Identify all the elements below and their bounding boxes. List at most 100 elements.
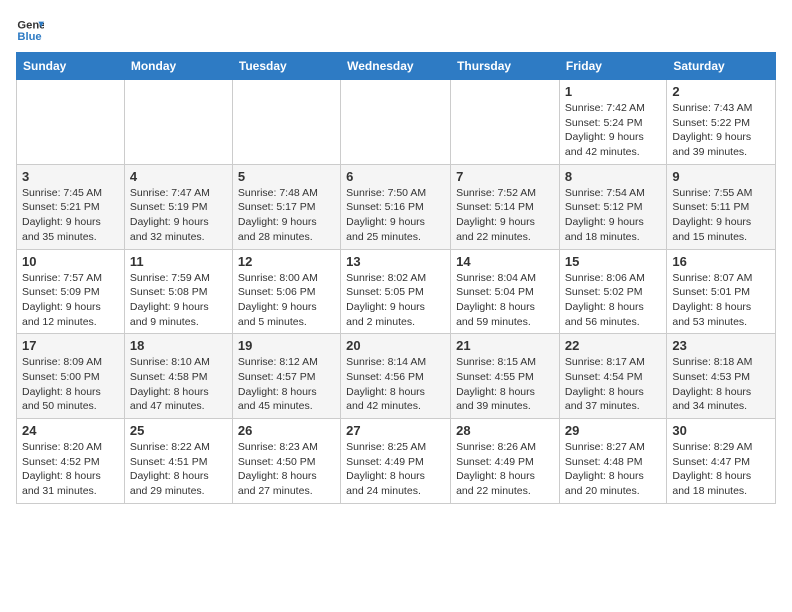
day-number: 16 (672, 254, 770, 269)
day-number: 1 (565, 84, 661, 99)
calendar-cell: 21 Sunrise: 8:15 AMSunset: 4:55 PMDayligh… (451, 334, 560, 419)
week-row-3: 10 Sunrise: 7:57 AMSunset: 5:09 PMDayligh… (17, 249, 776, 334)
calendar-cell: 5 Sunrise: 7:48 AMSunset: 5:17 PMDaylight… (232, 164, 340, 249)
day-number: 15 (565, 254, 661, 269)
day-info: Sunrise: 8:29 AMSunset: 4:47 PMDaylight:… (672, 440, 770, 499)
day-info: Sunrise: 8:25 AMSunset: 4:49 PMDaylight:… (346, 440, 445, 499)
header: General Blue (16, 16, 776, 44)
day-info: Sunrise: 8:18 AMSunset: 4:53 PMDaylight:… (672, 355, 770, 414)
logo: General Blue (16, 16, 48, 44)
calendar-cell: 2 Sunrise: 7:43 AMSunset: 5:22 PMDaylight… (667, 80, 776, 165)
calendar-cell: 1 Sunrise: 7:42 AMSunset: 5:24 PMDaylight… (559, 80, 666, 165)
header-thursday: Thursday (451, 53, 560, 80)
calendar-cell (232, 80, 340, 165)
calendar-cell: 23Sunrise: 8:18 AMSunset: 4:53 PMDayligh… (667, 334, 776, 419)
calendar-cell: 10 Sunrise: 7:57 AMSunset: 5:09 PMDayligh… (17, 249, 125, 334)
calendar-cell (17, 80, 125, 165)
day-info: Sunrise: 8:17 AMSunset: 4:54 PMDaylight:… (565, 355, 661, 414)
calendar-cell: 11 Sunrise: 7:59 AMSunset: 5:08 PMDayligh… (124, 249, 232, 334)
day-info: Sunrise: 7:57 AMSunset: 5:09 PMDaylight:… (22, 271, 119, 330)
day-number: 19 (238, 338, 335, 353)
day-info: Sunrise: 7:50 AMSunset: 5:16 PMDaylight:… (346, 186, 445, 245)
header-wednesday: Wednesday (341, 53, 451, 80)
day-info: Sunrise: 7:42 AMSunset: 5:24 PMDaylight:… (565, 101, 661, 160)
svg-text:Blue: Blue (17, 31, 41, 43)
calendar-cell: 8 Sunrise: 7:54 AMSunset: 5:12 PMDaylight… (559, 164, 666, 249)
day-info: Sunrise: 7:43 AMSunset: 5:22 PMDaylight:… (672, 101, 770, 160)
calendar-cell (124, 80, 232, 165)
week-row-2: 3 Sunrise: 7:45 AMSunset: 5:21 PMDaylight… (17, 164, 776, 249)
day-number: 10 (22, 254, 119, 269)
calendar-cell: 13 Sunrise: 8:02 AMSunset: 5:05 PMDayligh… (341, 249, 451, 334)
day-number: 9 (672, 169, 770, 184)
calendar-cell: 14Sunrise: 8:04 AMSunset: 5:04 PMDayligh… (451, 249, 560, 334)
day-info: Sunrise: 8:07 AMSunset: 5:01 PMDaylight:… (672, 271, 770, 330)
calendar-cell: 4 Sunrise: 7:47 AMSunset: 5:19 PMDaylight… (124, 164, 232, 249)
day-info: Sunrise: 7:54 AMSunset: 5:12 PMDaylight:… (565, 186, 661, 245)
day-info: Sunrise: 7:45 AMSunset: 5:21 PMDaylight:… (22, 186, 119, 245)
day-number: 13 (346, 254, 445, 269)
day-info: Sunrise: 7:48 AMSunset: 5:17 PMDaylight:… (238, 186, 335, 245)
calendar-cell: 28Sunrise: 8:26 AMSunset: 4:49 PMDayligh… (451, 419, 560, 504)
calendar-cell (341, 80, 451, 165)
day-number: 4 (130, 169, 227, 184)
day-number: 3 (22, 169, 119, 184)
calendar-cell: 15 Sunrise: 8:06 AMSunset: 5:02 PMDayligh… (559, 249, 666, 334)
day-number: 7 (456, 169, 554, 184)
day-info: Sunrise: 8:09 AMSunset: 5:00 PMDaylight:… (22, 355, 119, 414)
day-info: Sunrise: 8:12 AMSunset: 4:57 PMDaylight:… (238, 355, 335, 414)
calendar-cell: 20 Sunrise: 8:14 AMSunset: 4:56 PMDayligh… (341, 334, 451, 419)
day-number: 14 (456, 254, 554, 269)
calendar-cell (451, 80, 560, 165)
day-info: Sunrise: 8:14 AMSunset: 4:56 PMDaylight:… (346, 355, 445, 414)
day-number: 29 (565, 423, 661, 438)
day-info: Sunrise: 8:20 AMSunset: 4:52 PMDaylight:… (22, 440, 119, 499)
calendar-cell: 22 Sunrise: 8:17 AMSunset: 4:54 PMDayligh… (559, 334, 666, 419)
day-info: Sunrise: 8:10 AMSunset: 4:58 PMDaylight:… (130, 355, 227, 414)
day-number: 27 (346, 423, 445, 438)
day-info: Sunrise: 8:06 AMSunset: 5:02 PMDaylight:… (565, 271, 661, 330)
calendar-cell: 12Sunrise: 8:00 AMSunset: 5:06 PMDayligh… (232, 249, 340, 334)
calendar-cell: 26Sunrise: 8:23 AMSunset: 4:50 PMDayligh… (232, 419, 340, 504)
day-number: 25 (130, 423, 227, 438)
day-info: Sunrise: 8:15 AMSunset: 4:55 PMDaylight:… (456, 355, 554, 414)
day-number: 28 (456, 423, 554, 438)
header-tuesday: Tuesday (232, 53, 340, 80)
calendar-cell: 27 Sunrise: 8:25 AMSunset: 4:49 PMDayligh… (341, 419, 451, 504)
day-number: 20 (346, 338, 445, 353)
day-number: 22 (565, 338, 661, 353)
header-sunday: Sunday (17, 53, 125, 80)
calendar-cell: 9 Sunrise: 7:55 AMSunset: 5:11 PMDaylight… (667, 164, 776, 249)
day-info: Sunrise: 7:59 AMSunset: 5:08 PMDaylight:… (130, 271, 227, 330)
day-info: Sunrise: 7:52 AMSunset: 5:14 PMDaylight:… (456, 186, 554, 245)
day-number: 5 (238, 169, 335, 184)
logo-icon: General Blue (16, 16, 44, 44)
day-number: 6 (346, 169, 445, 184)
calendar-cell: 16 Sunrise: 8:07 AMSunset: 5:01 PMDayligh… (667, 249, 776, 334)
day-info: Sunrise: 8:02 AMSunset: 5:05 PMDaylight:… (346, 271, 445, 330)
calendar-table: SundayMondayTuesdayWednesdayThursdayFrid… (16, 52, 776, 504)
header-saturday: Saturday (667, 53, 776, 80)
calendar-cell: 3 Sunrise: 7:45 AMSunset: 5:21 PMDaylight… (17, 164, 125, 249)
calendar-header-row: SundayMondayTuesdayWednesdayThursdayFrid… (17, 53, 776, 80)
day-number: 17 (22, 338, 119, 353)
calendar-cell: 17 Sunrise: 8:09 AMSunset: 5:00 PMDayligh… (17, 334, 125, 419)
day-number: 11 (130, 254, 227, 269)
day-info: Sunrise: 7:55 AMSunset: 5:11 PMDaylight:… (672, 186, 770, 245)
day-number: 21 (456, 338, 554, 353)
header-friday: Friday (559, 53, 666, 80)
day-info: Sunrise: 8:00 AMSunset: 5:06 PMDaylight:… (238, 271, 335, 330)
week-row-5: 24 Sunrise: 8:20 AMSunset: 4:52 PMDayligh… (17, 419, 776, 504)
week-row-1: 1 Sunrise: 7:42 AMSunset: 5:24 PMDaylight… (17, 80, 776, 165)
day-number: 30 (672, 423, 770, 438)
svg-text:General: General (17, 20, 44, 32)
day-number: 8 (565, 169, 661, 184)
calendar-cell: 30 Sunrise: 8:29 AMSunset: 4:47 PMDayligh… (667, 419, 776, 504)
day-info: Sunrise: 8:22 AMSunset: 4:51 PMDaylight:… (130, 440, 227, 499)
header-monday: Monday (124, 53, 232, 80)
day-info: Sunrise: 7:47 AMSunset: 5:19 PMDaylight:… (130, 186, 227, 245)
day-number: 2 (672, 84, 770, 99)
week-row-4: 17 Sunrise: 8:09 AMSunset: 5:00 PMDayligh… (17, 334, 776, 419)
day-info: Sunrise: 8:23 AMSunset: 4:50 PMDaylight:… (238, 440, 335, 499)
day-number: 24 (22, 423, 119, 438)
